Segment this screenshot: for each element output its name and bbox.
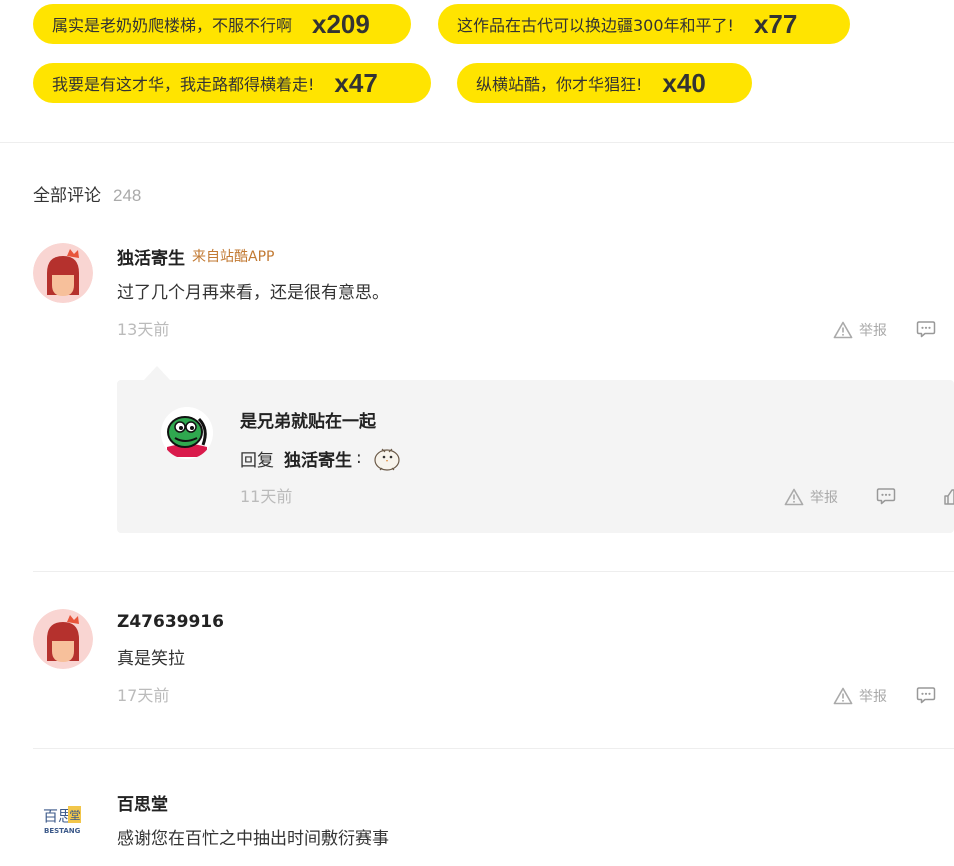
reply-target[interactable]: 独活寄生 <box>284 446 352 471</box>
report-label: 举报 <box>810 490 838 506</box>
avatar[interactable] <box>33 243 93 303</box>
comments-header: 全部评论 248 <box>33 181 141 206</box>
reaction-count: x47 <box>334 67 378 98</box>
report-label: 举报 <box>859 689 887 705</box>
reaction-count: x77 <box>753 8 798 39</box>
comment-text: 真是笑拉 <box>117 649 185 669</box>
reaction-text: 属实是老奶奶爬楼梯，不服不行啊 <box>52 16 293 35</box>
comments-count: 248 <box>113 186 142 205</box>
comment-text: 感谢您在百忙之中抽出时间敷衍赛事 <box>117 829 389 849</box>
reaction-text: 这作品在古代可以换边疆300年和平了! <box>457 16 734 35</box>
svg-text:堂: 堂 <box>70 809 81 822</box>
comment-time: 17天前 <box>117 686 170 705</box>
like-icon <box>944 489 954 505</box>
username[interactable]: Z47639916 <box>117 612 224 632</box>
reply-notch <box>144 366 170 380</box>
comment-text: 过了几个月再来看，还是很有意思。 <box>117 283 389 303</box>
report-button[interactable]: 举报 <box>833 684 887 708</box>
reply-button[interactable] <box>916 686 936 708</box>
warning-icon <box>833 687 853 705</box>
reply-button[interactable] <box>916 320 936 342</box>
reply-box: 是兄弟就贴在一起 回复 独活寄生 : 11天前 举报 <box>117 380 954 533</box>
svg-text:BESTANG: BESTANG <box>44 827 81 835</box>
avatar[interactable]: 百思 堂 BESTANG <box>33 789 93 849</box>
comment-icon <box>916 687 936 704</box>
comment-icon <box>876 488 896 505</box>
warning-icon <box>784 488 804 506</box>
comment-item: 独活寄生 来自站酷APP 过了几个月再来看，还是很有意思。 13天前 举报 <box>33 243 954 353</box>
reply-time: 11天前 <box>240 487 293 506</box>
report-label: 举报 <box>859 323 887 339</box>
username[interactable]: 独活寄生 <box>117 244 185 269</box>
like-button[interactable] <box>944 488 954 510</box>
reaction-count: x209 <box>312 8 370 39</box>
username[interactable]: 百思堂 <box>117 790 168 815</box>
reaction-chip[interactable]: 属实是老奶奶爬楼梯，不服不行啊 x209 <box>33 4 411 44</box>
report-button[interactable]: 举报 <box>833 318 887 342</box>
reaction-text: 我要是有这才华，我走路都得横着走! <box>52 75 315 94</box>
source-tag: 来自站酷APP <box>192 249 275 265</box>
section-divider <box>0 142 954 143</box>
warning-icon <box>833 321 853 339</box>
sticker-icon <box>374 448 400 471</box>
reply-button[interactable] <box>876 487 896 509</box>
username[interactable]: 是兄弟就贴在一起 <box>240 407 376 432</box>
reply-prefix: 回复 <box>240 450 274 471</box>
reaction-chip[interactable]: 纵横站酷，你才华猖狂! x40 <box>457 63 752 103</box>
avatar[interactable] <box>33 609 93 669</box>
comment-item: Z47639916 真是笑拉 17天前 举报 <box>33 609 954 719</box>
reaction-text: 纵横站酷，你才华猖狂! <box>476 75 643 94</box>
comment-item: 百思 堂 BESTANG 百思堂 感谢您在百忙之中抽出时间敷衍赛事 <box>33 789 954 866</box>
reaction-chip[interactable]: 这作品在古代可以换边疆300年和平了! x77 <box>438 4 850 44</box>
report-button[interactable]: 举报 <box>784 485 838 509</box>
comment-divider <box>33 571 954 572</box>
comment-icon <box>916 321 936 338</box>
comment-divider <box>33 748 954 749</box>
reaction-count: x40 <box>662 67 706 98</box>
reaction-chip[interactable]: 我要是有这才华，我走路都得横着走! x47 <box>33 63 431 103</box>
comments-title: 全部评论 <box>33 186 101 206</box>
comment-time: 13天前 <box>117 320 170 339</box>
avatar[interactable] <box>161 407 213 459</box>
reply-colon: : <box>356 448 362 468</box>
